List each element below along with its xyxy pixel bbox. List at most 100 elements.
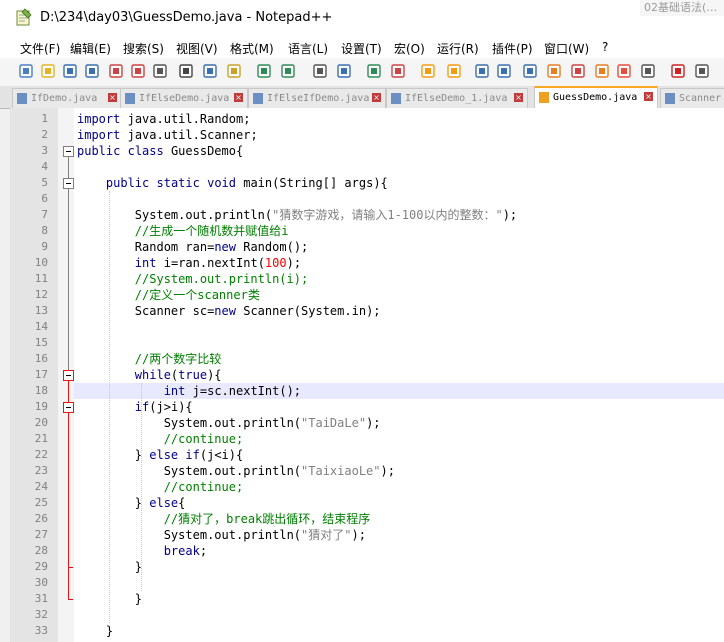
menu-item-3[interactable]: 视图(V) [176,40,218,57]
code-line[interactable]: while(true){ [77,367,222,383]
code-line[interactable]: public static void main(String[] args){ [77,175,388,191]
udl-icon[interactable] [546,63,562,79]
paste-icon[interactable] [226,63,242,79]
code-line[interactable]: } [77,591,142,607]
monitoring-icon[interactable] [640,63,656,79]
fold-end [68,599,73,600]
code-editor[interactable]: 1 import java.util.Random; 2 import java.ut… [10,108,724,642]
code-line[interactable]: System.out.println("猜数字游戏，请输入1-100以内的整数：… [77,207,517,223]
code-line[interactable]: System.out.println("TaiDaLe"); [77,415,381,431]
menu-item-1[interactable]: 编辑(E) [70,40,111,57]
tab-ifelseifdemo-java[interactable]: IfElseIfDemo.java × [248,88,386,108]
menu-item-5[interactable]: 语言(L) [288,40,328,57]
sync-h-icon[interactable] [446,63,462,79]
line-number: 32 [34,608,48,621]
menu-item-2[interactable]: 搜索(S) [123,40,164,57]
tab-bar: IfDemo.java × IfElseDemo.java × IfElseIfDemo… [0,86,724,109]
tab-label: GuessDemo.java [553,92,638,103]
line-number: 3 [41,144,48,157]
open-file-icon[interactable] [40,63,56,79]
toolbar [0,58,724,87]
line-number: 4 [41,160,48,173]
tab-label: IfDemo.java [31,93,98,104]
tab-close-icon[interactable]: × [108,93,117,102]
code-line[interactable]: if(j>i){ [77,399,193,415]
copy-icon[interactable] [202,63,218,79]
menu-item-9[interactable]: 插件(P) [492,40,533,57]
tab-guessdemo-java[interactable]: GuessDemo.java × [534,86,658,109]
find-icon[interactable] [312,63,328,79]
tab-scanner[interactable]: Scanner [660,88,724,108]
code-line[interactable]: } else{ [77,495,186,511]
code-line[interactable]: //continue; [77,431,243,447]
code-line[interactable]: //continue; [77,479,243,495]
code-line[interactable]: import java.util.Scanner; [77,127,258,143]
line-number: 16 [34,352,48,365]
code-line[interactable]: } else if(j<i){ [77,447,243,463]
menu-item-8[interactable]: 运行(R) [437,40,479,57]
line-number: 17 [34,368,48,381]
tab-label: IfElseDemo_1.java [405,93,508,104]
file-icon [125,93,135,104]
function-list-icon[interactable] [594,63,610,79]
close-all-icon[interactable] [130,63,146,79]
tab-close-icon[interactable]: × [234,93,243,102]
save-icon[interactable] [62,63,78,79]
file-icon [391,93,401,104]
indent-guide-icon[interactable] [522,63,538,79]
fold-line [68,188,69,375]
file-icon [253,93,263,104]
tab-close-icon[interactable]: × [644,92,653,101]
stop-macro-icon[interactable] [694,63,710,79]
code-line[interactable]: } [77,559,142,575]
menu-item-11[interactable]: ? [602,40,608,54]
show-all-chars-icon[interactable] [496,63,512,79]
menu-item-6[interactable]: 设置(T) [341,40,382,57]
line-number: 29 [34,560,48,573]
code-line[interactable]: //定义一个scanner类 [77,287,260,303]
code-line[interactable]: System.out.println("猜对了"); [77,527,366,543]
undo-icon[interactable] [256,63,272,79]
tab-ifelsedemo-java[interactable]: IfElseDemo.java × [120,88,248,108]
redo-icon[interactable] [280,63,296,79]
tab-ifdemo-java[interactable]: IfDemo.java × [12,88,122,108]
folder-workspace-icon[interactable] [616,63,632,79]
code-line[interactable]: //生成一个随机数并赋值给i [77,223,289,239]
code-line[interactable]: import java.util.Random; [77,111,250,127]
replace-icon[interactable] [336,63,352,79]
zoom-out-icon[interactable] [390,63,406,79]
word-wrap-icon[interactable] [474,63,490,79]
code-line[interactable]: //猜对了，break跳出循环，结束程序 [77,511,371,527]
menu-item-7[interactable]: 宏(O) [394,40,425,57]
zoom-in-icon[interactable] [366,63,382,79]
code-line[interactable]: //两个数字比较 [77,351,221,367]
menu-item-10[interactable]: 窗口(W) [544,40,589,57]
code-line[interactable]: public class GuessDemo{ [77,143,243,159]
doc-map-icon[interactable] [570,63,586,79]
code-line[interactable]: int j=sc.nextInt(); [77,383,301,399]
menu-item-4[interactable]: 格式(M) [230,40,274,57]
print-icon[interactable] [152,63,168,79]
save-all-icon[interactable] [84,63,100,79]
code-line[interactable]: //System.out.println(i); [77,271,308,287]
code-line[interactable]: Random ran=new Random(); [77,239,308,255]
sync-v-icon[interactable] [420,63,436,79]
tab-close-icon[interactable]: × [372,93,381,102]
tab-ifelsedemo-1-java[interactable]: IfElseDemo_1.java × [386,88,528,108]
close-icon[interactable] [108,63,124,79]
code-line[interactable]: break; [77,543,207,559]
code-line[interactable]: Scanner sc=new Scanner(System.in); [77,303,381,319]
cut-icon[interactable] [178,63,194,79]
menu-item-0[interactable]: 文件(F) [20,40,60,57]
line-number: 11 [34,272,48,285]
tab-close-icon[interactable]: × [514,93,523,102]
code-line[interactable]: } [77,623,113,639]
fold-end [68,567,73,568]
record-macro-icon[interactable] [670,63,686,79]
menu-bar: 文件(F) 编辑(E) 搜索(S) 视图(V) 格式(M) 语言(L) 设置(T) 宏(O) 运… [0,36,724,58]
new-file-icon[interactable] [18,63,34,79]
line-number: 15 [34,336,48,349]
code-line[interactable]: int i=ran.nextInt(100); [77,255,301,271]
code-line[interactable]: System.out.println("TaixiaoLe"); [77,463,395,479]
line-number: 24 [34,480,48,493]
